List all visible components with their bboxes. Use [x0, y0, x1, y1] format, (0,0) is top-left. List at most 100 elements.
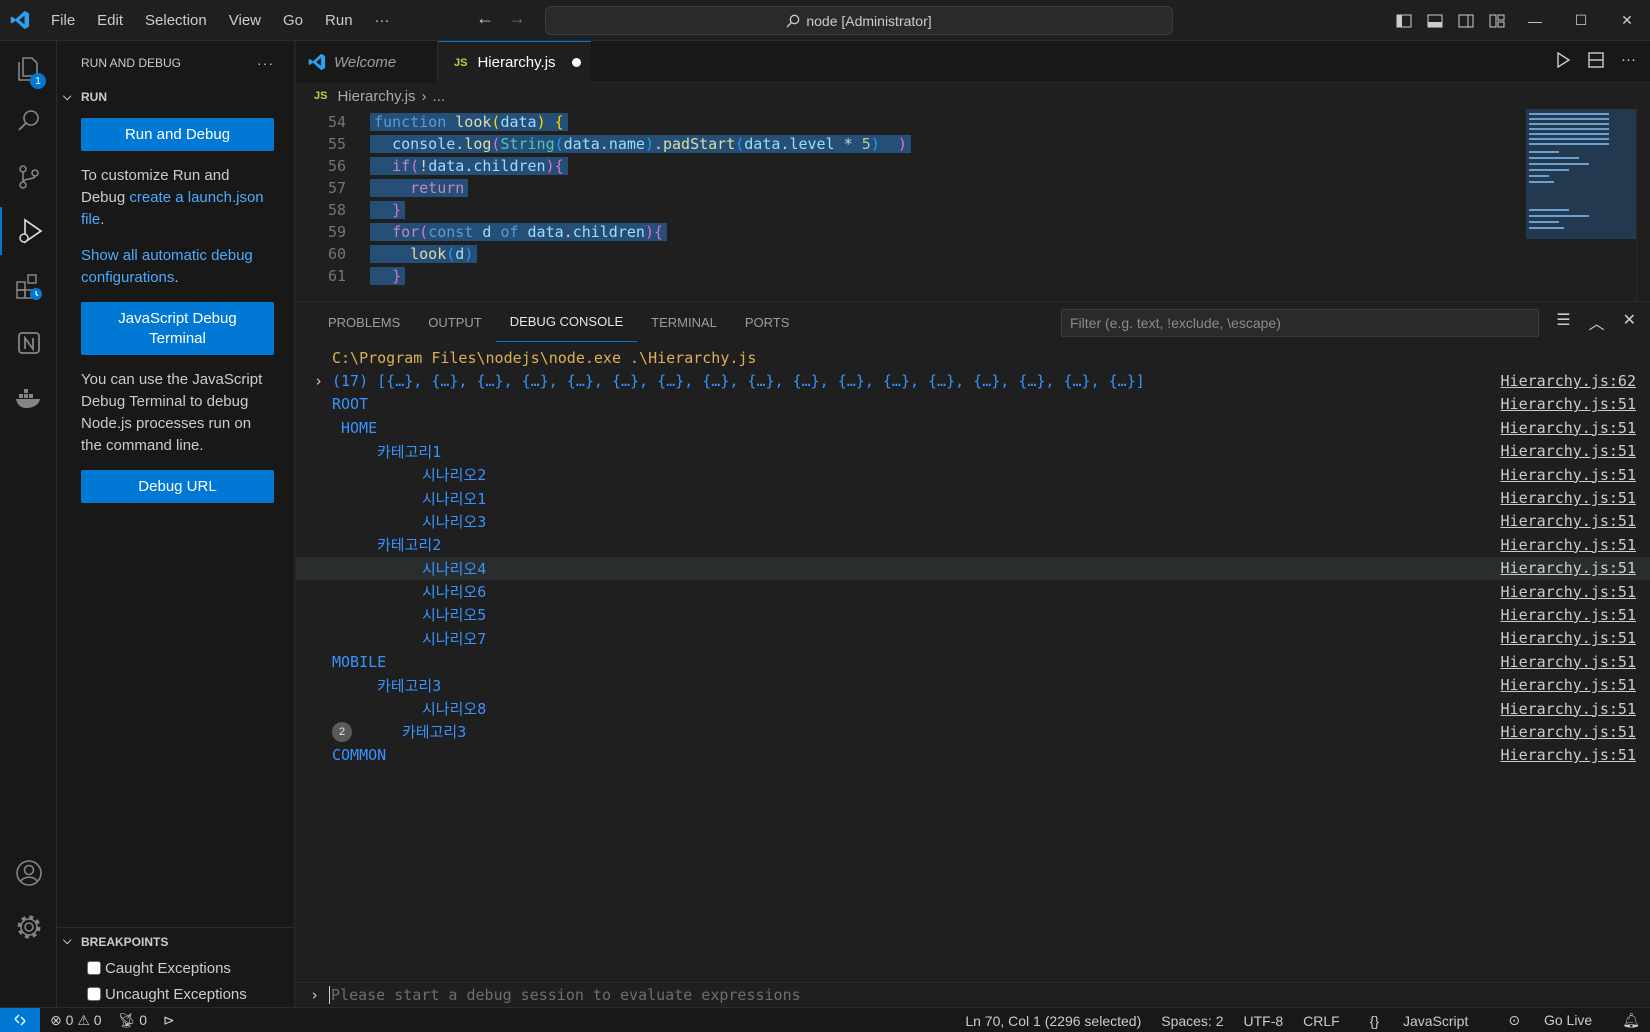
unsaved-dot-icon[interactable] — [571, 58, 581, 67]
menu-selection[interactable]: Selection — [134, 0, 218, 41]
source-link[interactable]: Hierarchy.js:51 — [1501, 442, 1636, 460]
minimize-icon[interactable]: — — [1512, 0, 1558, 41]
breakpoint-caught-exceptions[interactable]: Caught Exceptions — [57, 955, 295, 981]
maximize-icon[interactable]: ☐ — [1558, 0, 1604, 41]
source-link[interactable]: Hierarchy.js:51 — [1501, 723, 1636, 741]
toggle-primary-sidebar-icon[interactable] — [1388, 13, 1419, 29]
breadcrumb-rest[interactable]: ... — [433, 88, 446, 105]
show-all-text: Show all automatic debug configurations. — [81, 245, 274, 289]
tab-welcome[interactable]: Welcome — [296, 41, 438, 83]
line-number: 58 — [327, 201, 346, 219]
cursor-position[interactable]: Ln 70, Col 1 (2296 selected) — [955, 1013, 1151, 1029]
source-link[interactable]: Hierarchy.js:51 — [1501, 395, 1636, 413]
search-icon[interactable] — [0, 97, 57, 145]
encoding[interactable]: UTF-8 — [1234, 1013, 1294, 1029]
line-source: look(d) — [370, 245, 478, 263]
menu-view[interactable]: View — [218, 0, 272, 41]
language-mode[interactable]: {} JavaScript — [1350, 1013, 1489, 1029]
breadcrumb-chevron-icon: › — [421, 87, 427, 105]
source-link[interactable]: Hierarchy.js:51 — [1501, 419, 1636, 437]
breakpoint-uncaught-exceptions[interactable]: Uncaught Exceptions — [57, 981, 295, 1007]
console-array[interactable]: (17) [{…}, {…}, {…}, {…}, {…}, {…}, {…},… — [332, 372, 1145, 390]
split-editor-icon[interactable] — [1587, 51, 1605, 72]
source-link[interactable]: Hierarchy.js:51 — [1501, 583, 1636, 601]
source-link[interactable]: Hierarchy.js:51 — [1501, 700, 1636, 718]
command-center[interactable]: node [Administrator] — [545, 6, 1173, 35]
javascript-debug-terminal-button[interactable]: JavaScript Debug Terminal — [81, 302, 274, 355]
close-icon[interactable]: ✕ — [1604, 0, 1650, 41]
menu-bar: File Edit Selection View Go Run ··· — [40, 0, 401, 41]
source-control-icon[interactable] — [0, 153, 57, 201]
menu-go[interactable]: Go — [272, 0, 314, 41]
menu-run[interactable]: Run — [314, 0, 364, 41]
source-link[interactable]: Hierarchy.js:51 — [1501, 536, 1636, 554]
menu-more[interactable]: ··· — [364, 0, 401, 41]
line-number: 59 — [327, 223, 346, 241]
source-link[interactable]: Hierarchy.js:62 — [1501, 372, 1636, 390]
command-center-label: node [Administrator] — [806, 12, 932, 29]
console-text: 시나리오5 — [422, 606, 487, 625]
back-arrow-icon[interactable]: ← — [476, 8, 494, 29]
debug-status-icon[interactable]: ⊳ — [163, 1012, 175, 1029]
run-section-header[interactable]: ⌵ RUN — [57, 84, 294, 110]
remote-indicator-icon[interactable] — [0, 1007, 40, 1032]
breakpoints-header[interactable]: ⌵ BREAKPOINTS — [57, 927, 295, 955]
maximize-panel-chevron-up-icon[interactable]: ︿ — [1589, 310, 1605, 334]
console-filter-input[interactable]: Filter (e.g. text, !exclude, \escape) — [1061, 309, 1539, 337]
chevron-down-icon: ⌵ — [63, 935, 72, 947]
tab-hierarchy-js[interactable]: JS Hierarchy.js — [438, 41, 591, 83]
problems-status[interactable]: ⊗ 0 ⚠ 0 — [50, 1012, 102, 1029]
console-text: 카테고리3 — [402, 723, 467, 742]
menu-edit[interactable]: Edit — [86, 0, 134, 41]
source-link[interactable]: Hierarchy.js:51 — [1501, 629, 1636, 647]
source-link[interactable]: Hierarchy.js:51 — [1501, 746, 1636, 764]
debug-url-button[interactable]: Debug URL — [81, 470, 274, 503]
ports-status[interactable]: 📡︎ 0 — [118, 1012, 147, 1029]
indentation[interactable]: Spaces: 2 — [1151, 1013, 1233, 1029]
clear-console-icon[interactable]: ☰ — [1556, 310, 1570, 334]
editor-scrollbar[interactable] — [1636, 109, 1650, 301]
code-editor[interactable]: 54 function look(data) { 55 console.log(… — [296, 109, 1650, 301]
source-link[interactable]: Hierarchy.js:51 — [1501, 512, 1636, 530]
toggle-panel-icon[interactable] — [1419, 13, 1450, 29]
broadcast-icon: ⊙ — [1508, 1012, 1521, 1028]
source-link[interactable]: Hierarchy.js:51 — [1501, 466, 1636, 484]
extensions-remote-icon[interactable] — [0, 263, 57, 311]
source-link[interactable]: Hierarchy.js:51 — [1501, 489, 1636, 507]
expand-chevron-icon[interactable]: › — [314, 372, 323, 390]
explorer-icon[interactable]: 1 — [0, 45, 57, 93]
console-row[interactable]: › (17) [{…}, {…}, {…}, {…}, {…}, {…}, {…… — [296, 369, 1650, 392]
customize-layout-icon[interactable] — [1481, 13, 1512, 29]
menu-file[interactable]: File — [40, 0, 86, 41]
tab-problems[interactable]: PROBLEMS — [314, 302, 414, 342]
more-actions-icon[interactable]: ··· — [1621, 51, 1636, 72]
checkbox[interactable] — [87, 961, 101, 975]
forward-arrow-icon[interactable]: → — [508, 8, 526, 29]
more-actions-icon[interactable]: ··· — [257, 55, 274, 71]
run-file-icon[interactable] — [1555, 51, 1571, 72]
run-and-debug-button[interactable]: Run and Debug — [81, 118, 274, 151]
source-link[interactable]: Hierarchy.js:51 — [1501, 606, 1636, 624]
close-panel-icon[interactable]: ✕ — [1623, 310, 1636, 334]
source-link[interactable]: Hierarchy.js:51 — [1501, 676, 1636, 694]
end-of-line[interactable]: CRLF — [1293, 1013, 1350, 1029]
run-and-debug-icon[interactable] — [0, 207, 57, 255]
go-live-button[interactable]: ⊙ Go Live — [1488, 1012, 1612, 1029]
breadcrumb-file[interactable]: Hierarchy.js — [337, 88, 415, 105]
show-all-debug-configurations-link[interactable]: Show all automatic debug configurations — [81, 247, 253, 286]
tab-terminal[interactable]: TERMINAL — [637, 302, 731, 342]
accounts-icon[interactable] — [0, 849, 57, 897]
notion-icon[interactable] — [0, 319, 57, 367]
minimap[interactable] — [1526, 109, 1636, 249]
docker-icon[interactable] — [0, 374, 57, 422]
debug-console-input[interactable]: › Please start a debug session to evalua… — [296, 982, 1650, 1006]
checkbox[interactable] — [87, 987, 101, 1001]
source-link[interactable]: Hierarchy.js:51 — [1501, 653, 1636, 671]
toggle-secondary-sidebar-icon[interactable] — [1450, 13, 1481, 29]
tab-ports[interactable]: PORTS — [731, 302, 804, 342]
notifications-bell-icon[interactable]: 🔔︎ — [1612, 1012, 1650, 1029]
source-link[interactable]: Hierarchy.js:51 — [1501, 559, 1636, 577]
tab-debug-console[interactable]: DEBUG CONSOLE — [495, 302, 638, 342]
manage-gear-icon[interactable] — [0, 903, 57, 951]
tab-output[interactable]: OUTPUT — [414, 302, 495, 342]
